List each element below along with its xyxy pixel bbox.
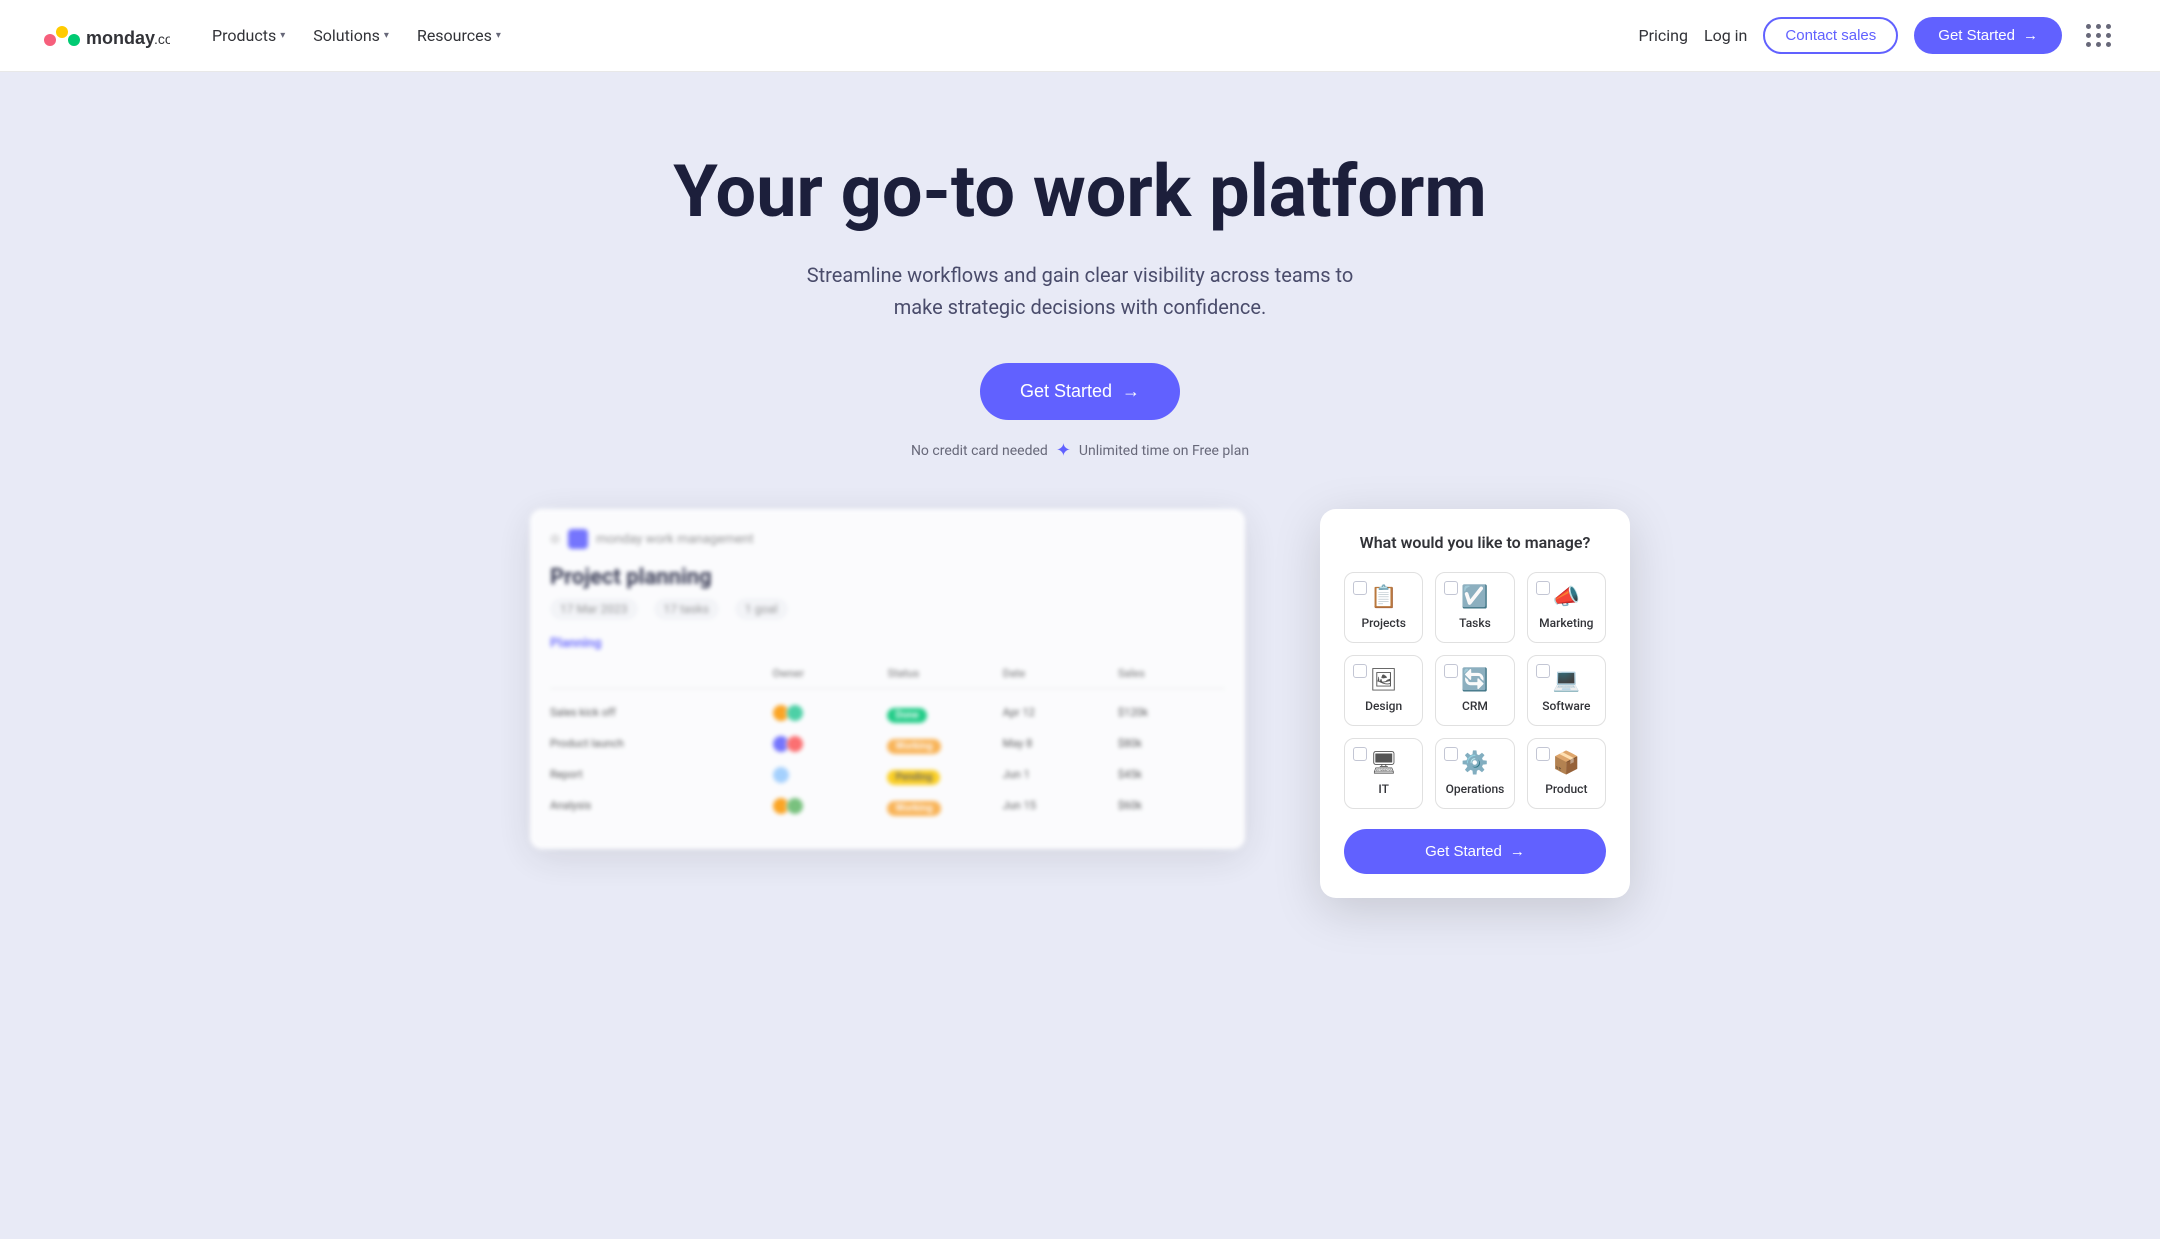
dash-app-title: monday work management [596,532,754,547]
dot [2086,42,2091,47]
dot [2106,42,2111,47]
table-header: Owner Status Date Sales [550,659,1225,689]
nav-links: Products ▾ Solutions ▾ Resources ▾ [202,20,511,51]
hero-title: Your go-to work platform [673,152,1486,231]
col-sales: Sales [1118,667,1225,680]
nav-resources[interactable]: Resources ▾ [407,20,511,51]
dashboard-preview: monday work management Project planning … [530,509,1245,849]
col-owner: Owner [772,667,879,680]
product-label: Product [1545,782,1587,796]
manage-item-it[interactable]: 🖥 IT [1344,738,1423,809]
manage-item-marketing[interactable]: 📣 Marketing [1527,572,1606,643]
manage-item-tasks[interactable]: ☑️ Tasks [1435,572,1514,643]
manage-item-projects[interactable]: 📋 Projects [1344,572,1423,643]
dot [2096,24,2101,29]
tasks-icon: ☑️ [1461,585,1488,610]
table-row: Analysis Working Jun 15 $60k [550,790,1225,821]
chevron-down-icon: ▾ [496,30,501,41]
product-icon: 📦 [1553,751,1580,776]
apps-grid-button[interactable] [2078,16,2120,55]
nav-left: monday .com Products ▾ Solutions ▾ Resou… [40,18,511,54]
hero-section: Your go-to work platform Streamline work… [0,72,2160,1239]
svg-text:.com: .com [154,31,170,47]
dot [2096,33,2101,38]
col-status: Status [887,667,994,680]
dot [2086,24,2091,29]
manage-card: What would you like to manage? 📋 Project… [1320,509,1630,898]
chevron-down-icon: ▾ [384,30,389,41]
checkbox-marketing[interactable] [1536,581,1550,595]
manage-item-operations[interactable]: ⚙️ Operations [1435,738,1514,809]
design-label: Design [1365,699,1402,713]
tasks-label: Tasks [1459,616,1491,630]
nav-login[interactable]: Log in [1704,26,1747,45]
manage-item-software[interactable]: 💻 Software [1527,655,1606,726]
arrow-right-icon: → [1510,843,1525,860]
hero-note: No credit card needed ✦ Unlimited time o… [911,440,1249,461]
get-started-nav-button[interactable]: Get Started → [1914,17,2062,54]
svg-text:monday: monday [86,28,155,48]
project-meta: 17 Mar 2023 17 tasks 1 goal [550,598,1225,620]
section-label: Planning [550,636,1225,651]
checkbox-crm[interactable] [1444,664,1458,678]
nav-right: Pricing Log in Contact sales Get Started… [1638,16,2120,55]
checkbox-operations[interactable] [1444,747,1458,761]
checkbox-projects[interactable] [1353,581,1367,595]
software-label: Software [1542,699,1590,713]
software-icon: 💻 [1553,668,1580,693]
logo[interactable]: monday .com [40,18,170,54]
col-name [550,667,764,680]
table-row: Product launch Working May 8 $80k [550,728,1225,759]
project-title: Project planning [550,565,1225,590]
nav-pricing[interactable]: Pricing [1638,26,1688,45]
dot [2106,24,2111,29]
projects-label: Projects [1361,616,1405,630]
dashboard-header: monday work management [550,529,1225,549]
chevron-down-icon: ▾ [280,30,285,41]
manage-item-design[interactable]: 🖼 Design [1344,655,1423,726]
manage-item-crm[interactable]: 🔄 CRM [1435,655,1514,726]
meta-goals: 1 goal [735,598,788,620]
window-dot [550,534,560,544]
it-icon: 🖥 [1370,751,1398,776]
it-label: IT [1378,782,1389,796]
crm-icon: 🔄 [1461,668,1488,693]
operations-icon: ⚙️ [1461,751,1488,776]
marketing-label: Marketing [1539,616,1593,630]
meta-tasks: 17 tasks [654,598,719,620]
dot [2106,33,2111,38]
navbar: monday .com Products ▾ Solutions ▾ Resou… [0,0,2160,72]
dot [2096,42,2101,47]
separator-dot: ✦ [1056,440,1071,461]
projects-icon: 📋 [1370,585,1397,610]
dot [2086,33,2091,38]
col-date: Date [1003,667,1110,680]
table-row: Report Pending Jun 1 $45k [550,759,1225,790]
dash-logo-icon [568,529,588,549]
checkbox-design[interactable] [1353,664,1367,678]
checkbox-software[interactable] [1536,664,1550,678]
arrow-right-icon: → [2023,27,2038,44]
hero-subtitle: Streamline workflows and gain clear visi… [800,259,1360,323]
crm-label: CRM [1462,699,1488,713]
checkbox-product[interactable] [1536,747,1550,761]
design-icon: 🖼 [1370,668,1398,693]
get-started-hero-button[interactable]: Get Started → [980,363,1180,420]
checkbox-it[interactable] [1353,747,1367,761]
checkbox-tasks[interactable] [1444,581,1458,595]
manage-item-product[interactable]: 📦 Product [1527,738,1606,809]
contact-sales-button[interactable]: Contact sales [1763,17,1898,54]
manage-card-title: What would you like to manage? [1344,533,1606,552]
marketing-icon: 📣 [1553,585,1580,610]
meta-date: 17 Mar 2023 [550,598,638,620]
manage-grid: 📋 Projects ☑️ Tasks 📣 Marketing 🖼 Des [1344,572,1606,809]
nav-solutions[interactable]: Solutions ▾ [303,20,399,51]
operations-label: Operations [1446,782,1505,796]
arrow-right-icon: → [1122,381,1140,402]
nav-products[interactable]: Products ▾ [202,20,295,51]
manage-get-started-button[interactable]: Get Started → [1344,829,1606,874]
table-row: Sales kick off Done Apr 12 $120k [550,697,1225,728]
hero-bottom: monday work management Project planning … [530,509,1630,849]
